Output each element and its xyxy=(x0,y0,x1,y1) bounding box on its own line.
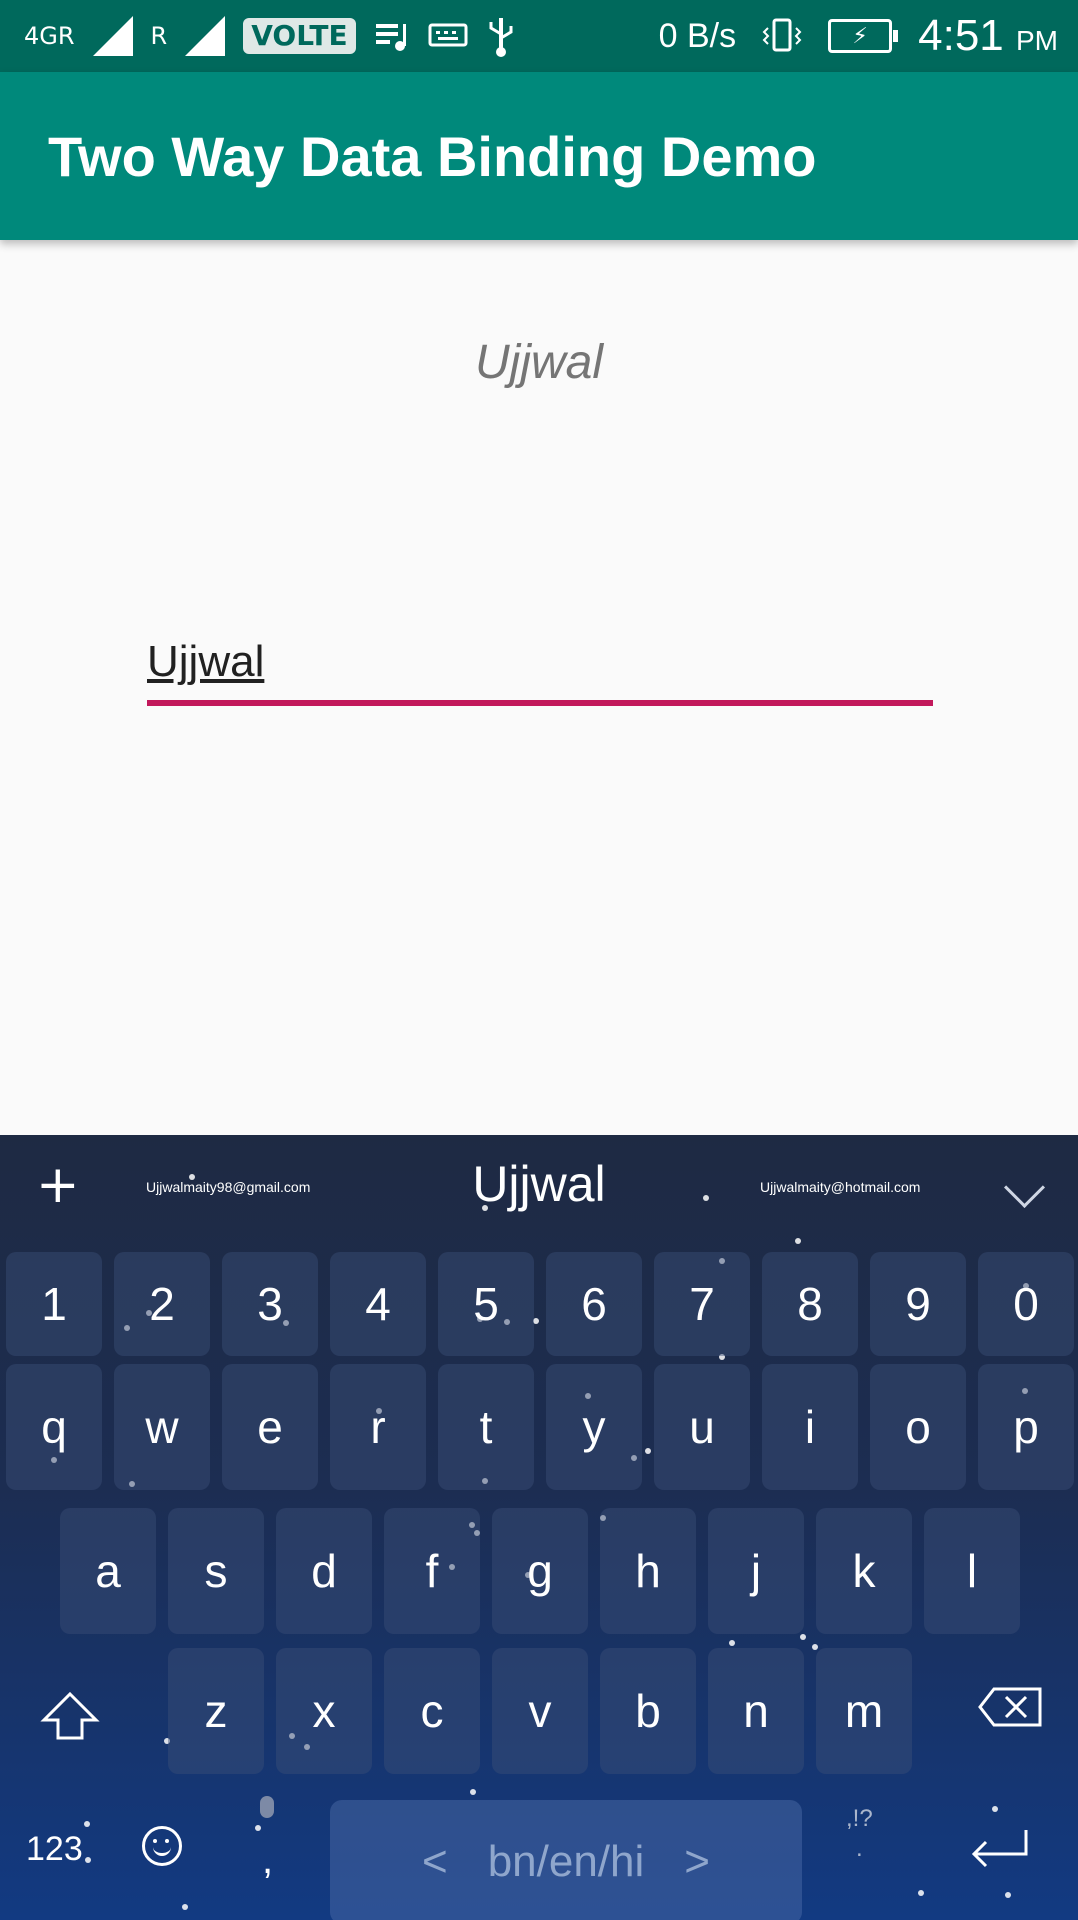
key-h[interactable]: h xyxy=(600,1508,696,1634)
name-edit-value[interactable]: Ujjwal xyxy=(147,630,264,694)
roaming-indicator: R xyxy=(150,22,168,50)
key-m[interactable]: m xyxy=(816,1648,912,1774)
key-q[interactable]: q xyxy=(6,1364,102,1490)
volte-badge: VOLTE xyxy=(243,18,356,54)
suggestion-right[interactable]: Ujjwalmaity@hotmail.com xyxy=(760,1179,920,1195)
key-3[interactable]: 3 xyxy=(222,1252,318,1356)
clock: 4:51 PM xyxy=(918,11,1058,60)
signal-sim2-icon xyxy=(185,16,226,56)
key-p[interactable]: p xyxy=(978,1364,1074,1490)
space-right-arrow: > xyxy=(684,1837,710,1886)
battery-charging-icon: ⚡ xyxy=(828,19,899,53)
key-u[interactable]: u xyxy=(654,1364,750,1490)
key-4[interactable]: 4 xyxy=(330,1252,426,1356)
key-1[interactable]: 1 xyxy=(6,1252,102,1356)
key-8[interactable]: 8 xyxy=(762,1252,858,1356)
asdf-row: asdfghjkl xyxy=(0,1508,1078,1634)
key-7[interactable]: 7 xyxy=(654,1252,750,1356)
keyboard-icon xyxy=(428,23,468,47)
key-5[interactable]: 5 xyxy=(438,1252,534,1356)
vibrate-icon xyxy=(762,18,802,52)
key-v[interactable]: v xyxy=(492,1648,588,1774)
space-bar[interactable]: < bn/en/hi > xyxy=(330,1800,802,1920)
key-f[interactable]: f xyxy=(384,1508,480,1634)
key-x[interactable]: x xyxy=(276,1648,372,1774)
key-9[interactable]: 9 xyxy=(870,1252,966,1356)
number-row: 1234567890 xyxy=(0,1252,1078,1358)
soft-keyboard: + Ujjwalmaity98@gmail.com Ujjwal Ujjwalm… xyxy=(0,1135,1078,1920)
network-type: 4GR xyxy=(24,22,75,50)
key-o[interactable]: o xyxy=(870,1364,966,1490)
music-queue-icon xyxy=(375,24,406,51)
key-l[interactable]: l xyxy=(924,1508,1020,1634)
key-y[interactable]: y xyxy=(546,1364,642,1490)
backspace-icon[interactable] xyxy=(976,1685,1044,1729)
key-j[interactable]: j xyxy=(708,1508,804,1634)
key-s[interactable]: s xyxy=(168,1508,264,1634)
emoji-icon[interactable] xyxy=(142,1826,182,1866)
enter-icon[interactable] xyxy=(966,1826,1032,1870)
key-r[interactable]: r xyxy=(330,1364,426,1490)
key-e[interactable]: e xyxy=(222,1364,318,1490)
language-label: bn/en/hi xyxy=(487,1837,645,1886)
key-i[interactable]: i xyxy=(762,1364,858,1490)
comma-key[interactable]: , xyxy=(262,1838,273,1883)
punctuation-key[interactable]: ,!? . xyxy=(846,1804,873,1864)
key-6[interactable]: 6 xyxy=(546,1252,642,1356)
key-a[interactable]: a xyxy=(60,1508,156,1634)
zxcv-row: zxcvbnm xyxy=(0,1648,1078,1774)
name-edit-field[interactable]: Ujjwal xyxy=(147,630,933,706)
network-speed: 0 B/s xyxy=(658,16,737,55)
qwerty-row: qwertyuiop xyxy=(0,1364,1078,1490)
key-d[interactable]: d xyxy=(276,1508,372,1634)
usb-icon xyxy=(489,18,513,57)
key-b[interactable]: b xyxy=(600,1648,696,1774)
key-n[interactable]: n xyxy=(708,1648,804,1774)
key-k[interactable]: k xyxy=(816,1508,912,1634)
key-2[interactable]: 2 xyxy=(114,1252,210,1356)
bottom-key-row: 123 , < bn/en/hi > ,!? . xyxy=(0,1790,1078,1920)
suggestion-bar: + Ujjwalmaity98@gmail.com Ujjwal Ujjwalm… xyxy=(0,1135,1078,1245)
mic-icon[interactable] xyxy=(260,1796,274,1818)
key-c[interactable]: c xyxy=(384,1648,480,1774)
key-t[interactable]: t xyxy=(438,1364,534,1490)
key-0[interactable]: 0 xyxy=(978,1252,1074,1356)
space-left-arrow: < xyxy=(422,1837,448,1886)
shift-icon[interactable] xyxy=(40,1690,100,1742)
key-z[interactable]: z xyxy=(168,1648,264,1774)
numbers-key[interactable]: 123 xyxy=(26,1830,83,1869)
key-g[interactable]: g xyxy=(492,1508,588,1634)
app-bar: Two Way Data Binding Demo xyxy=(0,72,1078,240)
bound-text-view: Ujjwal xyxy=(474,336,603,389)
status-bar: 4GR R VOLTE 0 B/s ⚡ 4:51 PM xyxy=(0,0,1078,72)
signal-sim1-icon xyxy=(92,16,133,56)
key-w[interactable]: w xyxy=(114,1364,210,1490)
page-title: Two Way Data Binding Demo xyxy=(48,125,817,188)
